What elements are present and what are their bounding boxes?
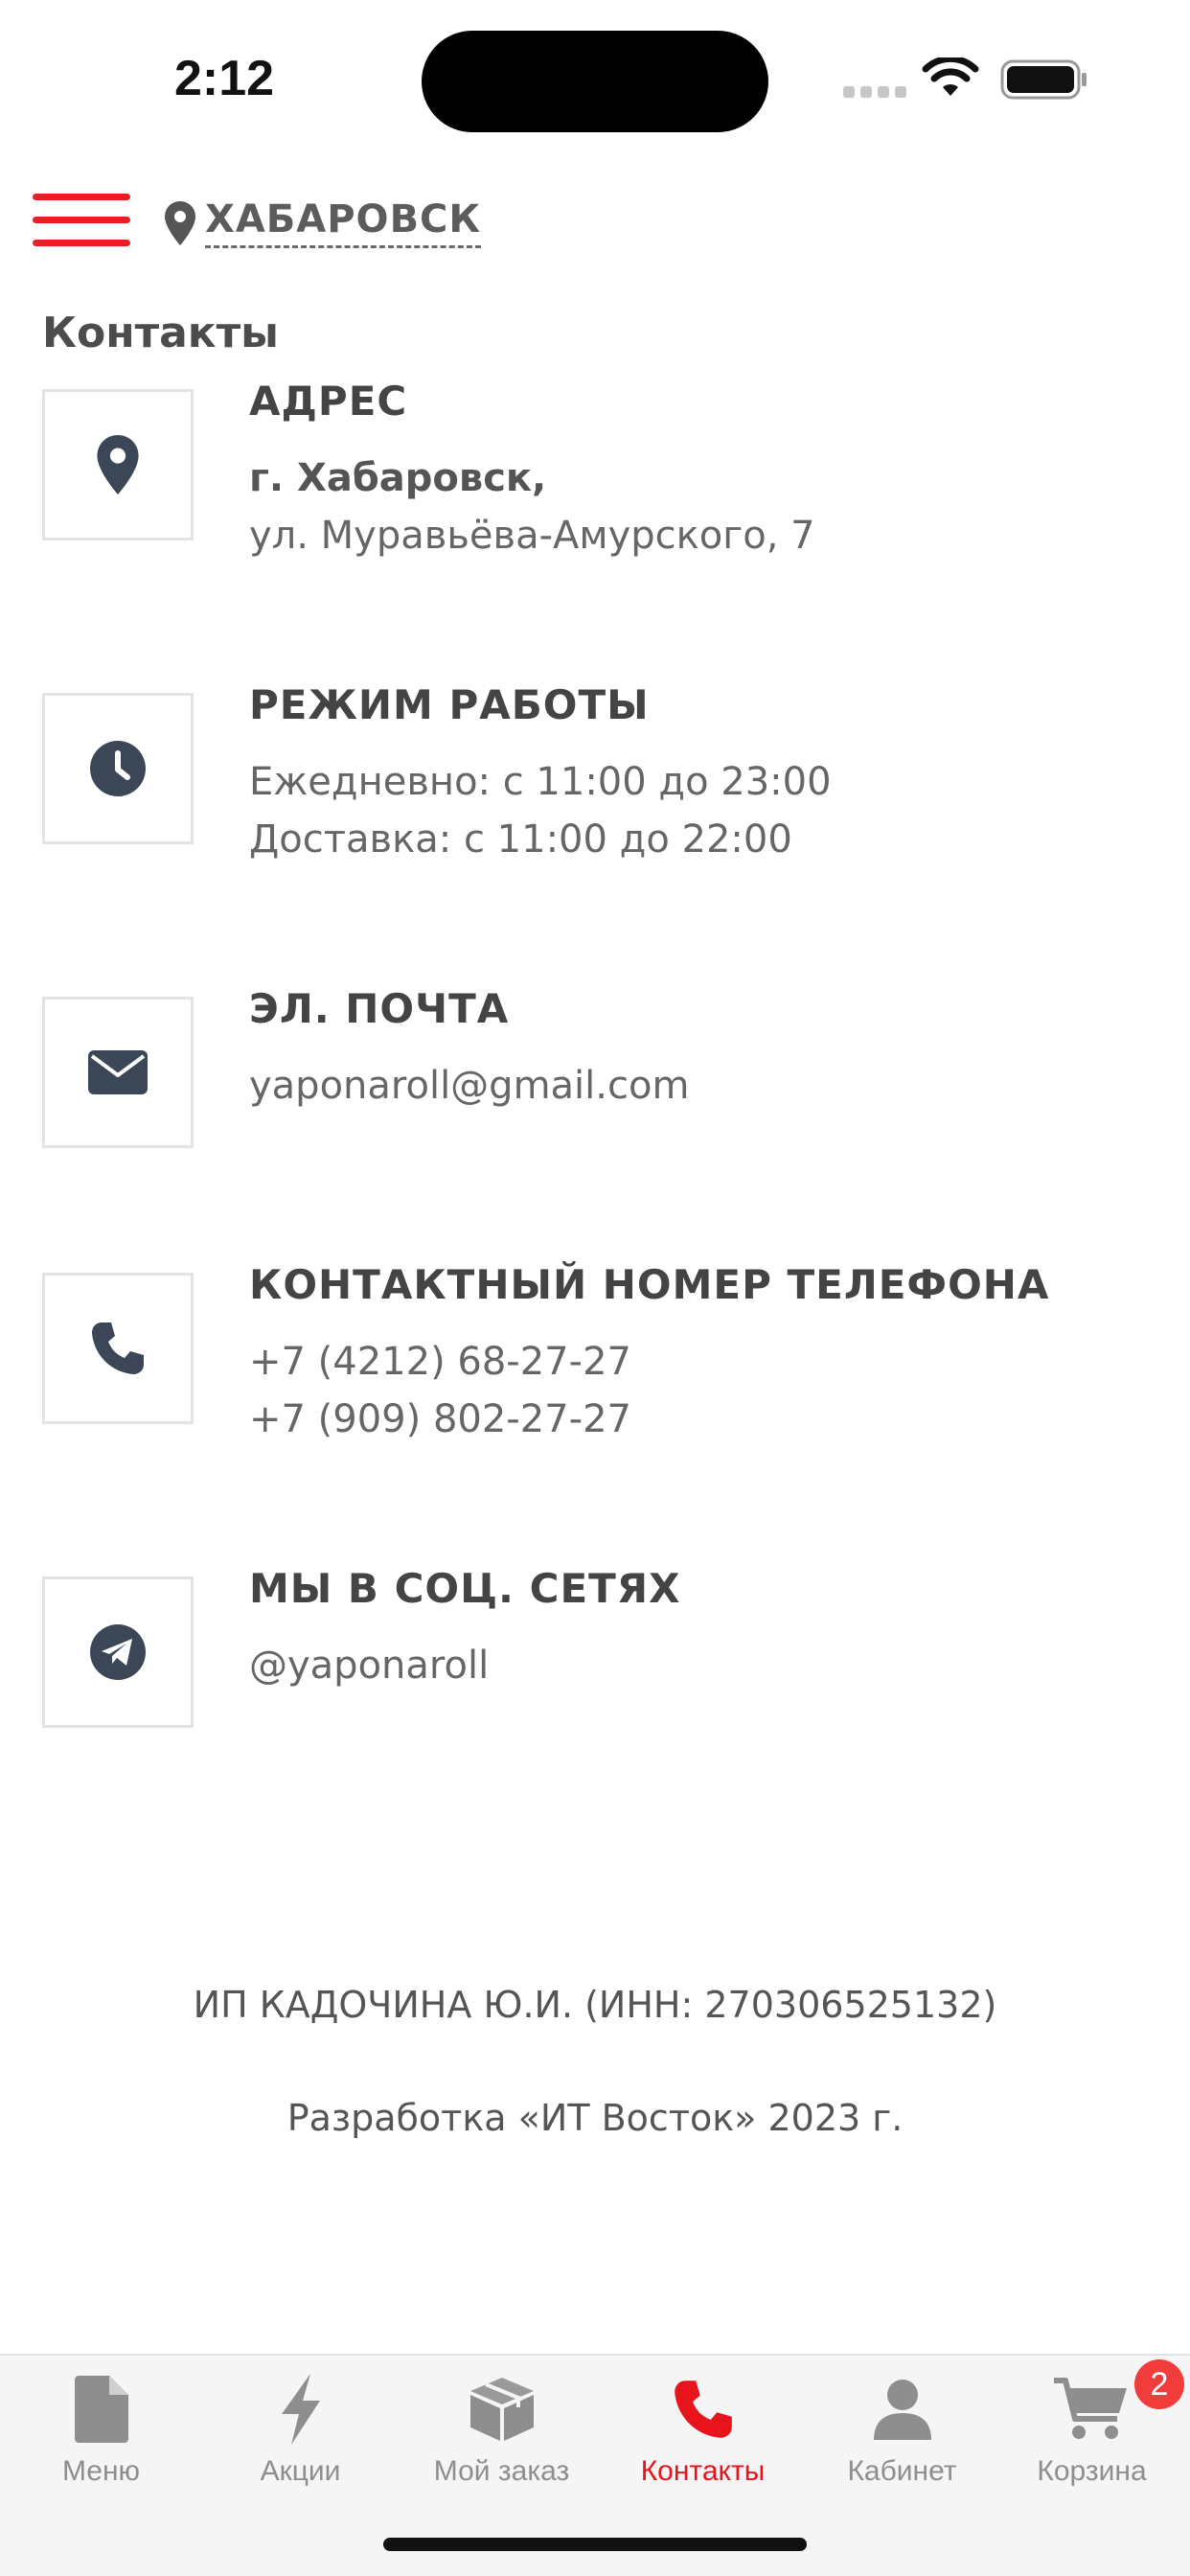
telegram-icon [90,1624,146,1680]
email-icon-box [42,997,194,1148]
map-pin-icon [165,201,195,245]
phone-icon [674,2380,732,2438]
user-icon [873,2380,931,2440]
contacts-screen: 2:12 ХАБАРОВСК Контакты АДРЕС г. Хабаров… [0,0,1190,2576]
dynamic-island [422,31,768,132]
address-title: АДРЕС [249,378,408,425]
address-icon-box [42,389,194,540]
tab-cart-label: Корзина [1037,2455,1147,2487]
email-title: ЭЛ. ПОЧТА [249,985,510,1032]
hours-title: РЕЖИМ РАБОТЫ [249,681,650,728]
cart-count-badge: 2 [1134,2359,1184,2409]
home-indicator[interactable] [383,2538,807,2551]
tab-menu-label: Меню [61,2455,141,2487]
tab-contacts[interactable]: Контакты [604,2367,802,2501]
tab-my-order[interactable]: Мой заказ [402,2367,601,2501]
tab-contacts-label: Контакты [640,2455,766,2487]
phone-icon [92,1322,144,1374]
tab-promotions[interactable]: Акции [201,2367,400,2501]
tab-account[interactable]: Кабинет [803,2367,1001,2501]
email-address[interactable]: yaponaroll@gmail.com [249,1064,689,1108]
social-icon-box [42,1576,194,1728]
address-street: ул. Муравьёва-Амурского, 7 [249,514,815,558]
phone-number-2[interactable]: +7 (909) 802-27-27 [249,1397,631,1441]
tab-my-order-label: Мой заказ [433,2455,570,2487]
tab-promotions-label: Акции [260,2455,341,2487]
hours-daily: Ежедневно: с 11:00 до 23:00 [249,760,832,804]
phone-icon-box [42,1273,194,1424]
cart-icon [1053,2378,1127,2439]
bottom-tab-bar: Меню Акции Мой заказ Контакты Кабинет Ко… [0,2354,1190,2499]
tab-account-label: Кабинет [847,2455,957,2487]
hours-icon-box [42,693,194,844]
wifi-icon [922,58,979,96]
map-pin-icon [97,435,139,494]
phone-number-1[interactable]: +7 (4212) 68-27-27 [249,1340,631,1384]
hours-delivery: Доставка: с 11:00 до 22:00 [249,817,792,862]
envelope-icon [88,1050,148,1094]
city-selector[interactable]: ХАБАРОВСК [205,197,482,248]
document-icon [74,2376,128,2443]
box-icon [469,2378,534,2441]
tab-menu[interactable]: Меню [2,2367,200,2501]
address-city: г. Хабаровск, [249,456,547,500]
hamburger-menu-button[interactable] [33,194,130,251]
battery-icon [1000,59,1087,100]
clock-icon [90,741,146,796]
developer-credit: Разработка «ИТ Восток» 2023 г. [286,2097,904,2139]
lightning-icon [281,2374,320,2445]
social-title: МЫ В СОЦ. СЕТЯХ [249,1565,681,1612]
phone-title: КОНТАКТНЫЙ НОМЕР ТЕЛЕФОНА [249,1261,1050,1308]
page-title: Контакты [42,309,279,357]
status-time: 2:12 [174,51,275,106]
cellular-signal-icon [843,86,906,98]
legal-entity-text: ИП КАДОЧИНА Ю.И. (ИНН: 270306525132) [193,1984,997,2026]
social-handle[interactable]: @yaponaroll [249,1644,489,1688]
